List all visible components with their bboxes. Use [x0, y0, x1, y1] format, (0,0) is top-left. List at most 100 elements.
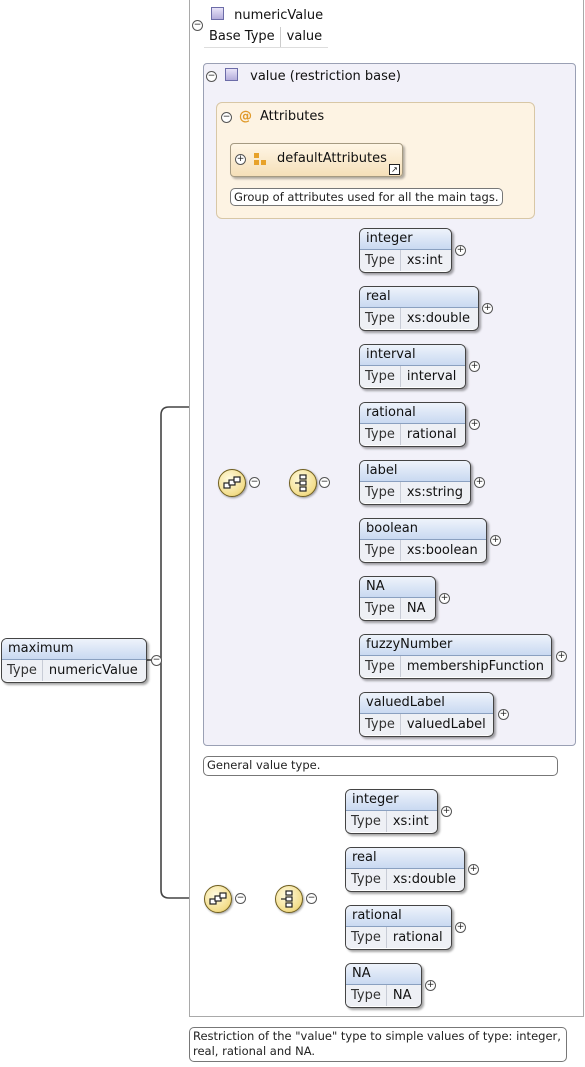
collapse-sequence-toggle[interactable]: −: [235, 893, 246, 904]
type-label: Type: [360, 424, 401, 445]
type-value: xs:int: [392, 814, 429, 829]
expand-integer-toggle[interactable]: +: [441, 806, 452, 817]
element-name: fuzzyNumber: [360, 635, 551, 656]
sequence-compositor-icon: [204, 885, 232, 913]
collapse-value-toggle[interactable]: −: [206, 71, 217, 82]
choice-compositor-icon: [289, 469, 317, 497]
expand-interval-toggle[interactable]: +: [469, 361, 480, 372]
collapse-numeric-value-toggle[interactable]: −: [192, 20, 203, 31]
type-value: rational: [406, 427, 457, 442]
expand-na-toggle[interactable]: +: [439, 593, 450, 604]
restriction-element-real[interactable]: real Type xs:double: [345, 847, 465, 892]
element-name: rational: [360, 403, 465, 424]
type-value: xs:int: [406, 253, 443, 268]
complex-type-icon: [211, 7, 224, 20]
value-section-header: value (restriction base): [225, 68, 401, 84]
type-value: xs:string: [406, 485, 464, 500]
element-name: real: [360, 287, 478, 308]
type-label: Type: [360, 598, 401, 619]
attributes-title: Attributes: [260, 109, 325, 124]
type-value: NA: [406, 601, 426, 616]
numeric-value-header: numericValue: [211, 7, 323, 23]
element-name: label: [360, 461, 470, 482]
element-name: NA: [346, 964, 421, 985]
type-label: Type: [346, 985, 387, 1006]
type-value: valuedLabel: [406, 717, 486, 732]
restriction-note: Restriction of the "value" type to simpl…: [189, 1027, 567, 1062]
type-value: xs:boolean: [406, 543, 478, 558]
expand-real-toggle[interactable]: +: [482, 303, 493, 314]
restriction-element-na[interactable]: NA Type NA: [345, 963, 422, 1008]
default-attributes-group[interactable]: + defaultAttributes ↗: [230, 143, 403, 177]
expand-boolean-toggle[interactable]: +: [490, 535, 501, 546]
element-name: interval: [360, 345, 465, 366]
type-value: NA: [392, 988, 412, 1003]
type-label: Type: [360, 482, 401, 503]
value-section-title: value (restriction base): [250, 69, 401, 84]
element-integer[interactable]: integer Type xs:int: [359, 228, 452, 273]
type-value: xs:double: [392, 872, 457, 887]
element-name: valuedLabel: [360, 693, 493, 714]
type-value: rational: [392, 930, 443, 945]
type-label: Type: [360, 714, 401, 735]
type-label: Type: [360, 308, 401, 329]
type-label: Type: [360, 540, 401, 561]
type-label: Type: [2, 660, 43, 681]
type-label: Type: [360, 656, 401, 677]
type-label: Type: [346, 869, 387, 890]
element-na[interactable]: NA Type NA: [359, 576, 436, 621]
expand-na-toggle[interactable]: +: [425, 980, 436, 991]
expand-default-attributes-toggle[interactable]: +: [235, 154, 246, 165]
expand-integer-toggle[interactable]: +: [455, 245, 466, 256]
base-type-label: Base Type: [204, 27, 281, 47]
collapse-choice-toggle[interactable]: −: [306, 893, 317, 904]
type-label: Type: [346, 927, 387, 948]
element-fuzzy-number[interactable]: fuzzyNumber Type membershipFunction: [359, 634, 552, 679]
choice-compositor-icon: [275, 885, 303, 913]
element-name: NA: [360, 577, 435, 598]
element-name: boolean: [360, 519, 486, 540]
numeric-value-title: numericValue: [234, 8, 324, 23]
element-rational[interactable]: rational Type rational: [359, 402, 466, 447]
restriction-element-rational[interactable]: rational Type rational: [345, 905, 452, 950]
expand-rational-toggle[interactable]: +: [469, 419, 480, 430]
element-label[interactable]: label Type xs:string: [359, 460, 471, 505]
complex-type-icon: [225, 68, 238, 81]
sequence-compositor-icon: [218, 469, 246, 497]
type-label: Type: [360, 366, 401, 387]
type-value: numericValue: [48, 663, 138, 678]
type-value: xs:double: [406, 311, 471, 326]
expand-rational-toggle[interactable]: +: [455, 922, 466, 933]
element-name: real: [346, 848, 464, 869]
restriction-element-integer[interactable]: integer Type xs:int: [345, 789, 438, 834]
element-real[interactable]: real Type xs:double: [359, 286, 479, 331]
type-label: Type: [346, 811, 387, 832]
collapse-maximum-toggle[interactable]: −: [151, 655, 162, 666]
expand-label-toggle[interactable]: +: [474, 477, 485, 488]
attribute-group-icon: [253, 153, 267, 167]
base-type-value: value: [286, 29, 323, 44]
element-interval[interactable]: interval Type interval: [359, 344, 466, 389]
element-name: integer: [346, 790, 437, 811]
default-attributes-note: Group of attributes used for all the mai…: [230, 188, 503, 206]
type-value: membershipFunction: [406, 659, 544, 674]
reference-arrow-icon: ↗: [389, 164, 400, 175]
element-name: integer: [360, 229, 451, 250]
expand-real-toggle[interactable]: +: [468, 864, 479, 875]
type-label: Type: [360, 250, 401, 271]
base-type-row: Base Type value: [204, 27, 329, 48]
element-name: rational: [346, 906, 451, 927]
collapse-sequence-toggle[interactable]: −: [249, 477, 260, 488]
default-attributes-label: defaultAttributes: [277, 151, 387, 166]
element-boolean[interactable]: boolean Type xs:boolean: [359, 518, 487, 563]
at-icon: @: [239, 109, 252, 124]
element-valued-label[interactable]: valuedLabel Type valuedLabel: [359, 692, 494, 737]
type-value: interval: [406, 369, 457, 384]
element-name: maximum: [2, 639, 146, 660]
collapse-attributes-toggle[interactable]: −: [221, 112, 232, 123]
collapse-choice-toggle[interactable]: −: [319, 477, 330, 488]
expand-valued-label-toggle[interactable]: +: [498, 709, 509, 720]
element-maximum[interactable]: maximum Type numericValue: [1, 638, 147, 683]
expand-fuzzy-number-toggle[interactable]: +: [556, 651, 567, 662]
value-note: General value type.: [203, 756, 558, 776]
